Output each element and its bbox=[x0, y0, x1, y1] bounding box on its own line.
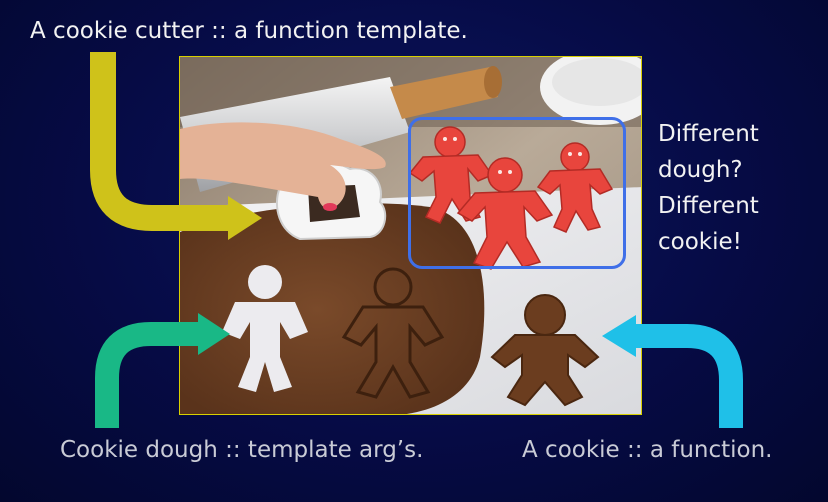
cookie-label: A cookie :: a function. bbox=[522, 437, 773, 463]
slide: A cookie cutter :: a function template. bbox=[0, 0, 828, 502]
side-note: Different dough? Different cookie! bbox=[658, 116, 759, 260]
side-note-line: Different bbox=[658, 193, 759, 219]
side-note-line: Different bbox=[658, 121, 759, 147]
cyan-curved-arrow-icon bbox=[602, 315, 743, 428]
side-note-line: cookie! bbox=[658, 229, 742, 255]
side-note-line: dough? bbox=[658, 157, 743, 183]
yellow-curved-arrow-icon bbox=[90, 52, 262, 240]
green-curved-arrow-icon bbox=[95, 313, 230, 428]
dough-label: Cookie dough :: template arg’s. bbox=[60, 437, 424, 463]
